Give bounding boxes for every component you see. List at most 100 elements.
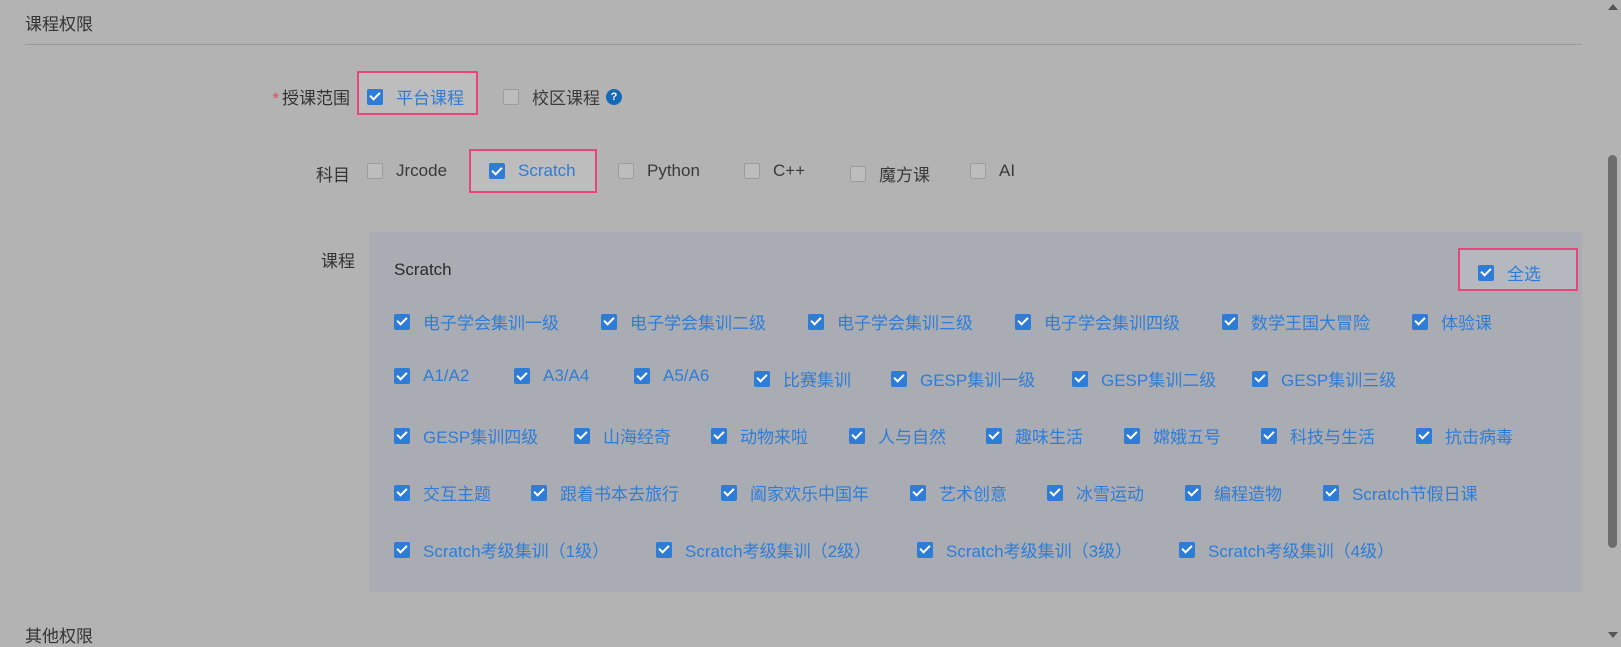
- checkbox-checked-icon: [721, 484, 737, 501]
- checkbox-checked-icon: [1412, 313, 1428, 330]
- checkbox-label: AI: [999, 161, 1016, 180]
- course-checkbox[interactable]: 阖家欢乐中国年: [721, 480, 869, 505]
- course-checkbox[interactable]: 编程造物: [1185, 480, 1282, 505]
- checkbox-subject-cube[interactable]: 魔方课: [850, 161, 930, 186]
- course-checkbox[interactable]: A3/A4: [514, 366, 589, 386]
- course-label: 跟着书本去旅行: [560, 485, 679, 504]
- subject-label: 科目: [316, 166, 350, 185]
- scroll-up-icon[interactable]: [1608, 4, 1618, 10]
- course-checkbox[interactable]: 山海经奇: [574, 423, 671, 448]
- course-label: 科技与生活: [1290, 428, 1375, 447]
- course-checkbox[interactable]: 体验课: [1412, 309, 1492, 334]
- checkbox-checked-icon: [711, 427, 727, 444]
- course-label: Scratch考级集训（1级）: [423, 542, 610, 561]
- course-label: 阖家欢乐中国年: [750, 485, 869, 504]
- course-checkbox[interactable]: 跟着书本去旅行: [531, 480, 679, 505]
- course-label: 体验课: [1441, 314, 1492, 333]
- course-checkbox[interactable]: 动物来啦: [711, 423, 808, 448]
- checkbox-checked-icon: [1179, 541, 1195, 558]
- course-label: 嫦娥五号: [1153, 428, 1221, 447]
- checkbox-checked-icon: [1416, 427, 1432, 444]
- checkbox-subject-jrcode[interactable]: Jrcode: [367, 161, 447, 181]
- checkbox-checked-icon: [1015, 313, 1031, 330]
- course-label: GESP集训二级: [1101, 371, 1217, 390]
- course-checkbox[interactable]: 交互主题: [394, 480, 491, 505]
- course-label: Scratch节假日课: [1352, 485, 1478, 504]
- course-label: 数学王国大冒险: [1251, 314, 1370, 333]
- checkbox-campus-course[interactable]: 校区课程 ?: [503, 84, 622, 109]
- course-checkbox[interactable]: GESP集训二级: [1072, 366, 1216, 391]
- course-checkbox[interactable]: 艺术创意: [910, 480, 1007, 505]
- course-checkbox[interactable]: 电子学会集训二级: [601, 309, 766, 334]
- scroll-down-icon[interactable]: [1608, 632, 1618, 638]
- checkbox-checked-icon: [1252, 370, 1268, 387]
- courses-label: 课程: [321, 252, 355, 271]
- checkbox-unchecked-icon: [970, 163, 986, 179]
- required-mark: *: [272, 89, 279, 108]
- course-label: 电子学会集训二级: [630, 314, 766, 333]
- checkbox-checked-icon: [531, 484, 547, 501]
- scrollbar[interactable]: [1605, 0, 1621, 642]
- checkbox-platform-course[interactable]: 平台课程: [367, 84, 464, 109]
- course-label: 编程造物: [1214, 485, 1282, 504]
- course-checkbox[interactable]: 趣味生活: [986, 423, 1083, 448]
- checkbox-checked-icon: [394, 484, 410, 501]
- course-label: Scratch考级集训（3级）: [946, 542, 1133, 561]
- course-label: GESP集训三级: [1281, 371, 1397, 390]
- checkbox-label: 全选: [1507, 265, 1541, 284]
- checkbox-label: 魔方课: [879, 166, 930, 185]
- checkbox-checked-icon: [1072, 370, 1088, 387]
- checkbox-checked-icon: [601, 313, 617, 330]
- course-checkbox[interactable]: A5/A6: [634, 366, 709, 386]
- checkbox-checked-icon: [656, 541, 672, 558]
- checkbox-unchecked-icon: [503, 88, 519, 105]
- checkbox-select-all[interactable]: 全选: [1478, 260, 1541, 285]
- checkbox-subject-ai[interactable]: AI: [970, 161, 1015, 181]
- course-label: 电子学会集训三级: [837, 314, 973, 333]
- course-checkbox[interactable]: GESP集训三级: [1252, 366, 1396, 391]
- course-checkbox[interactable]: 数学王国大冒险: [1222, 309, 1370, 334]
- checkbox-checked-icon: [514, 368, 530, 384]
- course-checkbox[interactable]: 比赛集训: [754, 366, 851, 391]
- checkbox-subject-cpp[interactable]: C++: [744, 161, 805, 181]
- course-checkbox[interactable]: 电子学会集训一级: [394, 309, 559, 334]
- checkbox-label: 校区课程: [532, 89, 600, 108]
- checkbox-checked-icon: [1047, 484, 1063, 501]
- scope-label-text: 授课范围: [282, 89, 350, 108]
- course-checkbox[interactable]: Scratch节假日课: [1323, 480, 1478, 505]
- checkbox-subject-python[interactable]: Python: [618, 161, 700, 181]
- checkbox-subject-scratch[interactable]: Scratch: [489, 161, 576, 181]
- course-label: 山海经奇: [603, 428, 671, 447]
- course-checkbox[interactable]: A1/A2: [394, 366, 469, 386]
- course-checkbox[interactable]: 人与自然: [849, 423, 946, 448]
- course-checkbox[interactable]: Scratch考级集训（2级）: [656, 537, 871, 562]
- checkbox-checked-icon: [849, 427, 865, 444]
- checkbox-checked-icon: [917, 541, 933, 558]
- course-checkbox[interactable]: 电子学会集训三级: [808, 309, 973, 334]
- checkbox-checked-icon: [394, 541, 410, 558]
- course-label: 艺术创意: [939, 485, 1007, 504]
- checkbox-checked-icon: [1124, 427, 1140, 444]
- course-checkbox[interactable]: GESP集训四级: [394, 423, 538, 448]
- course-checkbox[interactable]: GESP集训一级: [891, 366, 1035, 391]
- course-label: 比赛集训: [783, 371, 851, 390]
- checkbox-checked-icon: [1185, 484, 1201, 501]
- course-label: 交互主题: [423, 485, 491, 504]
- course-checkbox[interactable]: 冰雪运动: [1047, 480, 1144, 505]
- course-checkbox[interactable]: Scratch考级集训（1级）: [394, 537, 609, 562]
- section-divider: [25, 44, 1582, 45]
- checkbox-checked-icon: [394, 368, 410, 384]
- help-icon[interactable]: ?: [606, 88, 622, 105]
- course-checkbox[interactable]: 科技与生活: [1261, 423, 1375, 448]
- course-label: Scratch考级集训（4级）: [1208, 542, 1395, 561]
- scrollbar-thumb[interactable]: [1608, 155, 1617, 548]
- course-checkbox[interactable]: Scratch考级集训（3级）: [917, 537, 1132, 562]
- section-title-course-permissions: 课程权限: [25, 15, 93, 34]
- course-label: A5/A6: [663, 366, 710, 385]
- course-checkbox[interactable]: 抗击病毒: [1416, 423, 1513, 448]
- checkbox-checked-icon: [634, 368, 650, 384]
- course-checkbox[interactable]: Scratch考级集训（4级）: [1179, 537, 1394, 562]
- course-checkbox[interactable]: 电子学会集训四级: [1015, 309, 1180, 334]
- course-checkbox[interactable]: 嫦娥五号: [1124, 423, 1221, 448]
- checkbox-checked-icon: [574, 427, 590, 444]
